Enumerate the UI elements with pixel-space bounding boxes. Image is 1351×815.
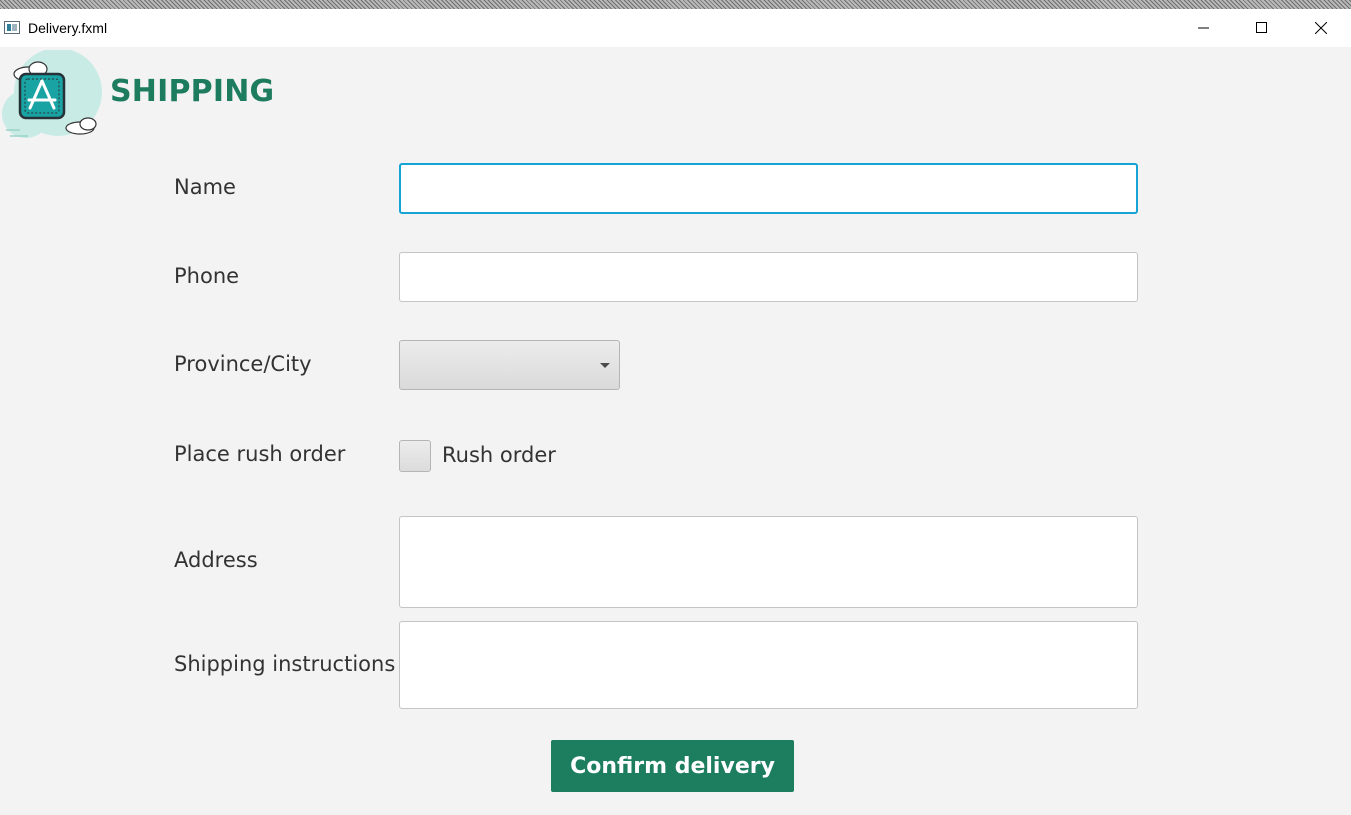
- phone-label: Phone: [174, 264, 240, 288]
- shipping-instructions-textarea[interactable]: [399, 621, 1138, 709]
- app-store-icon: [2, 50, 102, 138]
- province-select[interactable]: [399, 340, 620, 390]
- province-label: Province/City: [174, 352, 312, 376]
- close-button[interactable]: [1292, 9, 1350, 47]
- name-input[interactable]: [399, 163, 1138, 214]
- rush-order-checkbox[interactable]: [399, 440, 431, 472]
- maximize-icon: [1256, 22, 1267, 33]
- window-title: Delivery.fxml: [28, 20, 108, 36]
- shipping-instructions-label: Shipping instructions: [174, 652, 396, 676]
- page-title: SHIPPING: [110, 74, 275, 109]
- confirm-delivery-button[interactable]: Confirm delivery: [551, 740, 794, 792]
- rush-order-checkbox-label[interactable]: Rush order: [442, 443, 556, 467]
- maximize-button[interactable]: [1233, 9, 1291, 47]
- minimize-icon: [1198, 27, 1209, 29]
- app-window-icon: [4, 21, 20, 34]
- window-border: [0, 0, 1351, 9]
- chevron-down-icon: [600, 363, 610, 368]
- name-label: Name: [174, 175, 236, 199]
- address-label: Address: [174, 548, 258, 572]
- close-icon: [1315, 22, 1327, 34]
- address-textarea[interactable]: [399, 516, 1138, 608]
- rush-order-label: Place rush order: [174, 442, 346, 466]
- title-bar[interactable]: Delivery.fxml: [0, 9, 1351, 47]
- minimize-button[interactable]: [1175, 9, 1233, 47]
- phone-input[interactable]: [399, 252, 1138, 302]
